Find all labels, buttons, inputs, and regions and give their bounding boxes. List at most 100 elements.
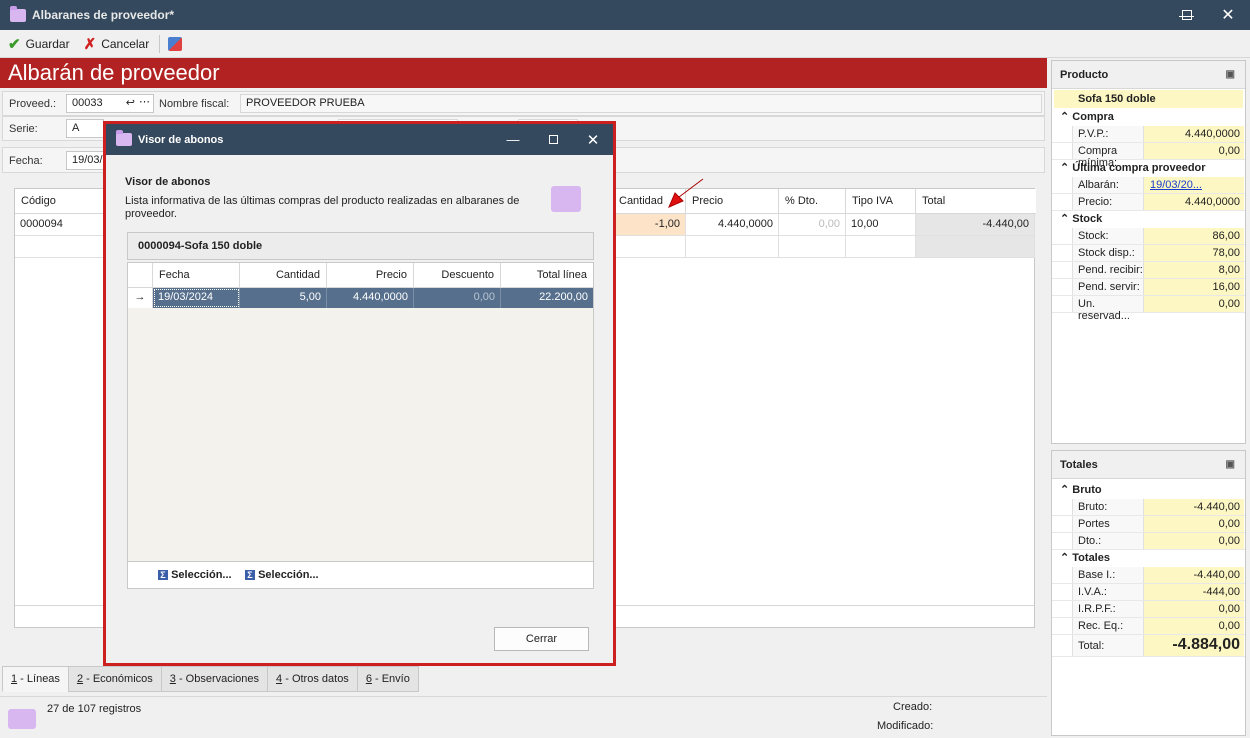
folder-icon xyxy=(10,5,26,22)
check-icon: ✔ xyxy=(8,35,21,53)
save-button[interactable]: ✔ Guardar xyxy=(8,33,70,55)
close-button[interactable]: ✕ xyxy=(1208,0,1248,30)
product-panel-header: Producto ▣ xyxy=(1052,61,1245,89)
dialog-title: Visor de abonos xyxy=(138,133,224,146)
product-group-header: 0000094-Sofa 150 doble xyxy=(127,232,594,260)
dialog-minimize-button[interactable]: — xyxy=(493,124,533,155)
cell-total[interactable]: 22.200,00 xyxy=(501,288,593,308)
column-header-dto[interactable]: % Dto. xyxy=(779,189,846,214)
cell-total[interactable]: -4.440,00 xyxy=(916,214,1035,236)
summary-selection-2[interactable]: Σ Selección... xyxy=(245,569,319,581)
prop-row: Base I.: -4.440,00 xyxy=(1052,567,1245,584)
prop-row: Portes 0,00 xyxy=(1052,516,1245,533)
totals-panel: Totales ▣ ⌃ Bruto Bruto: -4.440,00 Portes 0… xyxy=(1051,450,1246,736)
section-bruto[interactable]: ⌃ Bruto xyxy=(1052,482,1245,499)
empty-cell[interactable] xyxy=(916,236,1035,258)
page-title: Albarán de proveedor xyxy=(0,58,1047,88)
cell-iva[interactable]: 10,00 xyxy=(846,214,916,236)
serie-input[interactable]: A xyxy=(66,119,104,138)
transfer-button[interactable] xyxy=(168,33,183,55)
folder-icon xyxy=(551,186,581,212)
cell-dto[interactable]: 0,00 xyxy=(779,214,846,236)
column-header-total[interactable]: Total xyxy=(916,189,1036,214)
prop-row: Albarán: 19/03/20... xyxy=(1052,177,1245,194)
dialog-close-button[interactable]: ✕ xyxy=(573,124,613,155)
grid-summary-footer: Σ Selección... Σ Selección... xyxy=(128,561,593,588)
empty-cell[interactable] xyxy=(846,236,916,258)
collapse-icon[interactable]: ⌃ xyxy=(1060,213,1069,225)
toolbar: ✔ Guardar ✗ Cancelar xyxy=(0,30,1250,58)
undo-icon[interactable]: ↩ xyxy=(126,97,135,110)
cell-codigo[interactable]: 0000094 xyxy=(15,214,105,236)
column-header-descuento[interactable]: Descuento xyxy=(414,263,501,288)
column-header-cantidad[interactable]: Cantidad xyxy=(240,263,327,288)
dialog-maximize-button[interactable] xyxy=(533,124,573,155)
form-row-proveedor: Proveed.: 00033 ↩ ⋯ Nombre fiscal: PROVEED… xyxy=(2,91,1045,116)
prop-row: I.R.P.F.: 0,00 xyxy=(1052,601,1245,618)
collapse-icon[interactable]: ⌃ xyxy=(1060,111,1069,123)
row-arrow-icon: → xyxy=(128,288,153,308)
cell-precio[interactable]: 4.440,0000 xyxy=(327,288,414,308)
tab-observaciones[interactable]: 3 - Observaciones xyxy=(160,666,269,692)
collapse-icon[interactable]: ⌃ xyxy=(1060,484,1069,496)
summary-selection-1[interactable]: Σ Selección... xyxy=(158,569,232,581)
serie-label: Serie: xyxy=(9,123,38,135)
section-totales[interactable]: ⌃ Totales xyxy=(1052,550,1245,567)
title-bar: Albaranes de proveedor* — — xyxy=(0,0,1250,30)
minimize-icon: — xyxy=(506,132,520,147)
cancel-button[interactable]: ✗ Cancelar xyxy=(84,33,150,55)
ellipsis-icon[interactable]: ⋯ xyxy=(139,96,150,109)
column-header-fecha[interactable]: Fecha xyxy=(153,263,240,288)
tab-otros-datos[interactable]: 4 - Otros datos xyxy=(267,666,358,692)
sum-icon: Σ xyxy=(158,570,168,580)
tab-envio[interactable]: 6 - Envío xyxy=(356,666,419,692)
cell-cantidad[interactable]: -1,00 xyxy=(613,214,686,236)
cerrar-button[interactable]: Cerrar xyxy=(494,627,589,651)
transfer-icon xyxy=(168,36,183,51)
collapse-icon[interactable]: ⌃ xyxy=(1060,552,1069,564)
status-bar: 27 de 107 registros Creado: Modificado: xyxy=(0,696,1047,738)
maximize-button[interactable] xyxy=(1167,0,1207,30)
albaran-link[interactable]: 19/03/20... xyxy=(1144,177,1244,193)
product-name: Sofa 150 doble xyxy=(1054,90,1243,108)
pin-icon[interactable]: ▣ xyxy=(1226,69,1235,80)
prop-row: Precio: 4.440,0000 xyxy=(1052,194,1245,211)
prop-row: I.V.A.: -444,00 xyxy=(1052,584,1245,601)
tab-lineas[interactable]: 1 - Líneas xyxy=(2,666,69,692)
section-compra[interactable]: ⌃ Compra xyxy=(1052,109,1245,126)
maximize-icon xyxy=(548,135,558,144)
section-stock[interactable]: ⌃ Stock xyxy=(1052,211,1245,228)
window-title: Albaranes de proveedor* xyxy=(32,8,175,22)
proveedor-input[interactable]: 00033 ↩ ⋯ xyxy=(66,94,154,113)
empty-cell[interactable] xyxy=(686,236,779,258)
prop-row: P.V.P.: 4.440,0000 xyxy=(1052,126,1245,143)
column-header-iva[interactable]: Tipo IVA xyxy=(846,189,916,214)
section-ultima-compra[interactable]: ⌃ Última compra proveedor xyxy=(1052,160,1245,177)
sum-icon: Σ xyxy=(245,570,255,580)
tab-economicos[interactable]: 2 - Económicos xyxy=(67,666,162,692)
column-header-codigo[interactable]: Código xyxy=(15,189,105,214)
prop-row: Stock disp.: 78,00 xyxy=(1052,245,1245,262)
column-header-precio[interactable]: Precio xyxy=(327,263,414,288)
empty-cell[interactable] xyxy=(613,236,686,258)
empty-cell[interactable] xyxy=(779,236,846,258)
collapse-icon[interactable]: ⌃ xyxy=(1060,162,1069,174)
pin-icon[interactable]: ▣ xyxy=(1226,459,1235,470)
close-icon: ✕ xyxy=(1221,7,1235,24)
created-label: Creado: xyxy=(893,701,933,713)
cell-cantidad[interactable]: 5,00 xyxy=(240,288,327,308)
fecha-input[interactable]: 19/03/ xyxy=(66,151,106,170)
cell-precio[interactable]: 4.440,0000 xyxy=(686,214,779,236)
cell-fecha[interactable]: 19/03/2024 xyxy=(153,288,240,308)
folder-icon xyxy=(8,709,36,729)
prop-row: Bruto: -4.440,00 xyxy=(1052,499,1245,516)
cell-descuento[interactable]: 0,00 xyxy=(414,288,501,308)
prop-row: Dto.: 0,00 xyxy=(1052,533,1245,550)
prop-row: Un. reservad... 0,00 xyxy=(1052,296,1245,322)
prop-row: Stock: 86,00 xyxy=(1052,228,1245,245)
prop-row: Compra mínima: 0,00 xyxy=(1052,143,1245,169)
column-header-total[interactable]: Total línea xyxy=(501,263,593,288)
tab-strip: 1 - Líneas 2 - Económicos 3 - Observacio… xyxy=(2,666,419,692)
folder-icon xyxy=(116,130,132,146)
grand-total: -4.884,00 xyxy=(1144,635,1244,656)
